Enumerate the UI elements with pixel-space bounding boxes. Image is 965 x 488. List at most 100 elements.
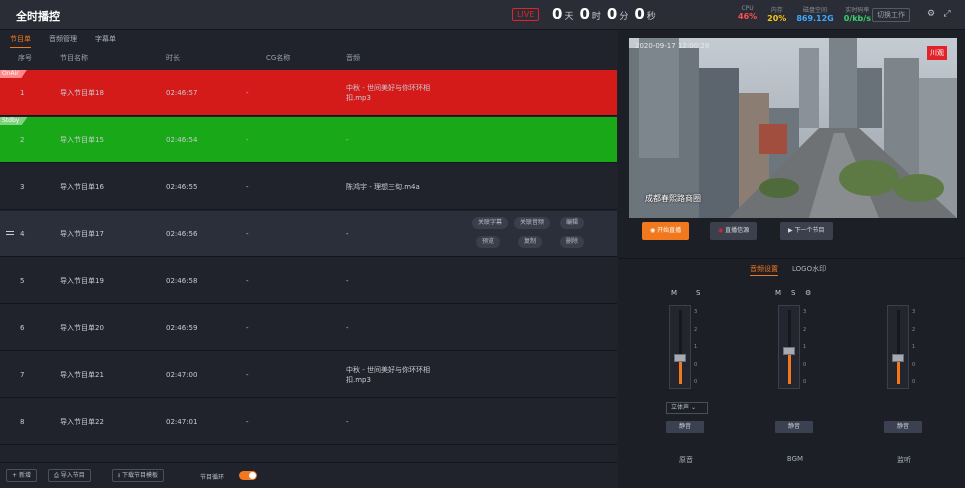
mute-button[interactable]: 静音 xyxy=(775,421,813,433)
tick: 2 xyxy=(694,326,698,333)
col-no: 序号 xyxy=(18,54,32,62)
col-cg: CG名称 xyxy=(266,54,291,62)
table-row[interactable]: 4 导入节目单17 02:46:56 - - 关联字幕 关联音频 编辑 预览 复… xyxy=(0,211,617,257)
mute-button[interactable]: 静音 xyxy=(884,421,922,433)
fader-knob[interactable] xyxy=(783,347,795,355)
cell-audio: - xyxy=(346,323,349,332)
download-icon: ⭳ xyxy=(118,472,121,479)
stereo-select[interactable]: 立体声 ⌄ xyxy=(666,402,708,414)
table-row[interactable]: 3 导入节目单16 02:46:55 - 陈鸿宇 - 理想三旬.m4a xyxy=(0,164,617,210)
cell-no: 7 xyxy=(20,370,25,379)
stat-value: 0/kb/s xyxy=(843,14,871,23)
cell-no: 5 xyxy=(20,276,25,285)
switch-work-button[interactable]: 切换工作 xyxy=(872,8,910,22)
stat-label: 实时码率 xyxy=(845,7,870,14)
audio-tabs: 音频设置 LOGO水印 xyxy=(750,263,826,276)
channel-monitor: 3 2 1 0 0 静音 监听 xyxy=(880,285,940,485)
table-row[interactable]: Stdby 2 导入节目单15 02:46:54 - - xyxy=(0,117,617,163)
copy-button[interactable]: 复制 xyxy=(518,236,543,248)
stat-value: 20% xyxy=(767,14,787,23)
tick: 0 xyxy=(912,361,916,368)
app-title: 全时播控 xyxy=(16,10,60,23)
import-program-button[interactable]: ⎙ 导入节目 xyxy=(48,469,91,482)
loop-toggle[interactable] xyxy=(239,471,257,480)
tab-audio-settings[interactable]: 音频设置 xyxy=(750,263,778,276)
table-row[interactable]: 6 导入节目单20 02:46:59 - - xyxy=(0,305,617,351)
preview-button[interactable]: 预览 xyxy=(476,236,501,248)
table-row[interactable]: OnAir 1 导入节目单18 02:46:57 - 中秋 - 世间美好与你环环… xyxy=(0,70,617,116)
cell-no: 3 xyxy=(20,182,25,191)
table-row[interactable]: 7 导入节目单21 02:47:00 - 中秋 - 世间美好与你环环相扣.mp3 xyxy=(0,352,617,398)
next-program-button[interactable]: ▶ 下一个节目 xyxy=(780,222,833,240)
monitor-panel: 2020-09-17 12:00:28 川观 成都春熙路商圈 ◉ 开始直播 ◉ … xyxy=(618,30,965,488)
video-preview: 2020-09-17 12:00:28 川观 成都春熙路商圈 xyxy=(629,38,957,218)
channel-label: 原音 xyxy=(679,456,693,464)
fader-knob[interactable] xyxy=(892,354,904,362)
chevron-down-icon: ⌄ xyxy=(690,404,696,411)
cell-audio: - xyxy=(346,276,349,285)
table-row[interactable]: 5 导入节目单19 02:46:58 - - xyxy=(0,258,617,304)
fader[interactable] xyxy=(778,305,800,389)
mute-m-button[interactable]: M xyxy=(671,289,677,297)
download-label: 下载节目模板 xyxy=(122,472,159,479)
tick: 3 xyxy=(912,309,916,315)
tick: 0 xyxy=(912,379,916,385)
preview-caption: 成都春熙路商圈 xyxy=(645,194,701,203)
live-badge: LIVE xyxy=(512,8,540,21)
solo-s-button[interactable]: S xyxy=(791,289,795,297)
gear-icon[interactable]: ⚙ xyxy=(805,289,811,297)
stat-label: 磁盘空间 xyxy=(803,7,828,14)
cell-duration: 02:46:59 xyxy=(166,323,198,332)
switch-source-button[interactable]: ◉ 直播信源 xyxy=(710,222,758,240)
link-audio-button[interactable]: 关联音频 xyxy=(514,217,551,229)
top-bar: 全时播控 LIVE 0天 0时 0分 0秒 CPU 46% 内存 20% 磁盘空间 8… xyxy=(0,0,965,30)
gear-icon[interactable]: ⚙ xyxy=(926,9,936,19)
fader-knob[interactable] xyxy=(674,354,686,362)
tab-program-list[interactable]: 节目单 xyxy=(10,31,31,48)
table-row[interactable]: 8 导入节目单22 02:47:01 - - xyxy=(0,399,617,445)
cell-no: 2 xyxy=(20,135,25,144)
drag-handle-icon[interactable] xyxy=(6,231,14,237)
cell-name: 导入节目单20 xyxy=(60,323,104,332)
table-header: 序号 节目名称 时长 CG名称 音频 xyxy=(0,53,617,63)
channel-original: M S 3 2 1 0 0 立体声 ⌄ 静音 原音 xyxy=(662,285,722,485)
channel-label: 监听 xyxy=(897,456,911,464)
cell-duration: 02:46:58 xyxy=(166,276,198,285)
source-icon: ◉ xyxy=(718,227,724,234)
fader-level xyxy=(788,351,791,384)
fader[interactable] xyxy=(669,305,691,389)
onair-tag: OnAir xyxy=(0,70,27,78)
stat-label: CPU xyxy=(741,5,754,12)
broadcast-icon: ◉ xyxy=(650,227,656,234)
edit-button[interactable]: 编辑 xyxy=(560,217,585,229)
tick: 0 xyxy=(803,379,807,385)
tab-audio-manage[interactable]: 音频管理 xyxy=(49,31,77,47)
divider xyxy=(618,258,965,259)
fullscreen-icon[interactable]: ⤢ xyxy=(942,9,952,19)
cell-name: 导入节目单21 xyxy=(60,370,104,379)
solo-s-button[interactable]: S xyxy=(696,289,700,297)
program-tabs: 节目单 音频管理 字幕单 xyxy=(0,30,617,48)
channel-bgm: M S ⚙ 3 2 1 0 0 静音 BGM xyxy=(771,285,831,485)
tick: 1 xyxy=(694,344,698,350)
tab-logo-watermark[interactable]: LOGO水印 xyxy=(792,263,826,276)
mute-m-button[interactable]: M xyxy=(775,289,781,297)
start-live-button[interactable]: ◉ 开始直播 xyxy=(642,222,690,240)
mute-button[interactable]: 静音 xyxy=(666,421,704,433)
delete-button[interactable]: 删除 xyxy=(560,236,585,248)
cell-cg: - xyxy=(246,276,249,285)
download-template-button[interactable]: ⭳ 下载节目模板 xyxy=(112,469,165,482)
tick: 1 xyxy=(803,344,807,350)
select-value: 立体声 xyxy=(671,404,690,411)
timer-seconds: 0 xyxy=(634,5,645,23)
link-subtitle-button[interactable]: 关联字幕 xyxy=(472,217,509,229)
timer-hour-unit: 时 xyxy=(591,12,601,22)
city-street-image xyxy=(629,38,957,218)
cell-duration: 02:46:54 xyxy=(166,135,198,144)
tab-subtitle-list[interactable]: 字幕单 xyxy=(95,31,116,47)
fader[interactable] xyxy=(887,305,909,389)
cell-cg: - xyxy=(246,182,249,191)
add-program-button[interactable]: + 新增 xyxy=(6,469,37,482)
timer-minute-unit: 分 xyxy=(619,12,629,22)
cell-cg: - xyxy=(246,370,249,379)
